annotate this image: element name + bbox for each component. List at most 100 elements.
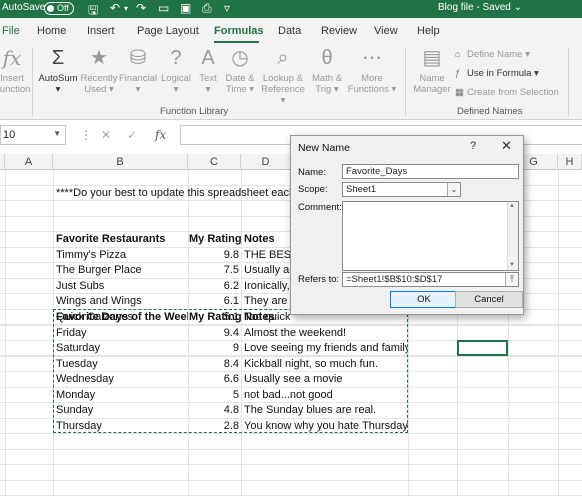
date-time-button[interactable]: ◷ Date & Time ▾ [222, 46, 258, 95]
lookup-reference-button[interactable]: ⌕ Lookup & Reference ▾ [259, 46, 307, 106]
autosum-caret: ▾ [55, 84, 61, 95]
restaurant-note-cell[interactable]: They are d [244, 294, 290, 309]
insert-function-button[interactable]: fx Insert Function [0, 46, 30, 95]
customize-qat-icon[interactable]: ▿ [224, 1, 230, 15]
column-header-c[interactable]: C [188, 154, 241, 170]
coins-icon: ⛁ [129, 47, 147, 69]
instruction-cell[interactable]: ****Do your best to update this spreadsh… [56, 186, 291, 201]
tab-help[interactable]: Help [417, 25, 440, 37]
restaurant-name-cell[interactable]: Timmy's Pizza [56, 248, 186, 263]
restaurant-note-cell[interactable]: Ironically, [244, 279, 290, 294]
scope-select[interactable]: Sheet1 ⌄ [342, 182, 461, 197]
logical-button[interactable]: ? Logical ▾ [159, 46, 193, 95]
name-manager-button[interactable]: ▤ Name Manager [410, 46, 454, 95]
column-header-h[interactable]: H [558, 154, 582, 170]
create-from-selection-button[interactable]: ▦ Create from Selection [455, 87, 559, 98]
name-manager-label-2: Manager [413, 84, 451, 95]
tab-help-label: Help [417, 25, 440, 37]
restaurant-name-cell[interactable]: Wings and Wings [56, 294, 186, 309]
tab-home[interactable]: Home [37, 25, 66, 37]
tab-file[interactable]: File [2, 25, 20, 37]
autosave-toggle[interactable]: Off [44, 2, 74, 15]
insert-function-icon[interactable]: fx [155, 128, 166, 142]
restaurant-name-cell[interactable]: The Burger Place [56, 263, 186, 278]
fx-icon: fx [2, 46, 22, 70]
restaurant-rating-cell[interactable]: 7.5 [189, 263, 239, 278]
ok-button[interactable]: OK [390, 291, 458, 308]
financial-button[interactable]: ⛁ Financial ▾ [119, 46, 157, 95]
question-book-icon: ? [170, 47, 182, 69]
copy-marquee [53, 309, 408, 433]
autosum-label: AutoSum [38, 73, 78, 84]
math-trig-button[interactable]: θ Math & Trig ▾ [309, 46, 345, 95]
function-library-label: Function Library [160, 106, 229, 117]
date-time-label-1: Date & [225, 73, 255, 84]
notes-header-cell[interactable]: Notes [244, 232, 290, 247]
enter-entry-icon[interactable]: ✓ [127, 128, 137, 142]
print-preview-icon[interactable]: ⎙ [202, 1, 212, 16]
refers-to-field[interactable]: =Sheet1!$B$10:$D$17 ⤒ [342, 272, 519, 287]
help-icon[interactable]: ? [470, 140, 476, 152]
tab-page-layout-label: Page Layout [137, 25, 199, 37]
collapse-dialog-icon[interactable]: ⤒ [505, 273, 518, 286]
toggle-knob [47, 5, 54, 12]
scroll-up-icon[interactable]: ▲ [509, 203, 515, 209]
math-label-2: Trig ▾ [315, 84, 339, 95]
restaurant-rating-cell[interactable]: 6.2 [189, 279, 239, 294]
financial-label: Financial [119, 73, 158, 84]
restaurant-note-cell[interactable]: THE BEST! [244, 248, 290, 263]
restaurant-rating-cell[interactable]: 9.8 [189, 248, 239, 263]
active-tab-indicator [214, 41, 259, 43]
new-file-icon[interactable]: ▭ [158, 1, 169, 15]
cancel-entry-icon[interactable]: ✕ [101, 128, 111, 142]
redo-icon[interactable]: ↷ [136, 1, 146, 15]
tab-file-label: File [2, 25, 20, 37]
table-row [0, 450, 582, 465]
tab-data-label: Data [278, 25, 302, 37]
text-button[interactable]: A Text ▾ [196, 46, 220, 95]
table-row [0, 434, 582, 450]
autosum-button[interactable]: Σ AutoSum ▾ [37, 46, 79, 95]
column-h-label: H [565, 156, 574, 168]
column-header-a[interactable]: A [5, 154, 53, 170]
close-icon[interactable]: ✕ [501, 138, 512, 154]
tab-data[interactable]: Data [278, 25, 301, 37]
comment-field[interactable]: ▲ ▼ [342, 201, 519, 271]
autosave-state: Off [57, 3, 69, 13]
restaurant-note-cell[interactable]: Usually a g [244, 263, 290, 278]
scroll-down-icon[interactable]: ▼ [509, 262, 515, 268]
undo-dropdown-icon[interactable]: ▾ [124, 4, 128, 13]
column-header-b[interactable]: B [53, 154, 188, 170]
document-title[interactable]: Blog file - Saved ⌄ [438, 2, 522, 13]
cancel-button[interactable]: Cancel [455, 291, 523, 308]
tab-page-layout[interactable]: Page Layout [137, 25, 199, 37]
tab-view[interactable]: View [374, 25, 398, 37]
undo-icon[interactable]: ↶ [110, 1, 120, 15]
restaurants-header-cell[interactable]: Favorite Restaurants [56, 232, 186, 247]
name-field-value: Favorite_Days [346, 166, 408, 177]
open-file-icon[interactable]: ▣ [180, 1, 191, 15]
use-in-formula-button[interactable]: ƒ Use in Formula ▾ [455, 68, 539, 79]
more-functions-button[interactable]: ⋯ More Functions ▾ [346, 46, 398, 95]
grid-icon: ▦ [455, 87, 464, 98]
active-cell[interactable] [457, 340, 508, 356]
column-header-d[interactable]: D [241, 154, 291, 170]
magnifier-book-icon: ⌕ [277, 47, 289, 69]
recently-used-button[interactable]: ★ Recently Used ▾ [80, 46, 118, 95]
tab-insert[interactable]: Insert [87, 25, 115, 37]
name-field[interactable]: Favorite_Days [342, 164, 519, 179]
date-time-label-2: Time ▾ [225, 84, 255, 95]
tab-formulas[interactable]: Formulas [214, 25, 264, 37]
star-book-icon: ★ [90, 47, 108, 69]
column-b-label: B [116, 156, 124, 168]
restaurant-rating-cell[interactable]: 6.1 [189, 294, 239, 309]
financial-caret: ▾ [135, 84, 141, 95]
rating-header-cell[interactable]: My Rating [189, 232, 241, 247]
comment-scrollbar[interactable]: ▲ ▼ [507, 202, 518, 270]
define-name-button[interactable]: ⌂ Define Name ▾ [455, 49, 530, 60]
ribbon-separator [568, 48, 569, 116]
recently-used-label-2: Used ▾ [84, 84, 114, 95]
tab-review[interactable]: Review [321, 25, 357, 37]
restaurant-name-cell[interactable]: Just Subs [56, 279, 186, 294]
name-box[interactable]: 10 ▼ [0, 125, 66, 145]
